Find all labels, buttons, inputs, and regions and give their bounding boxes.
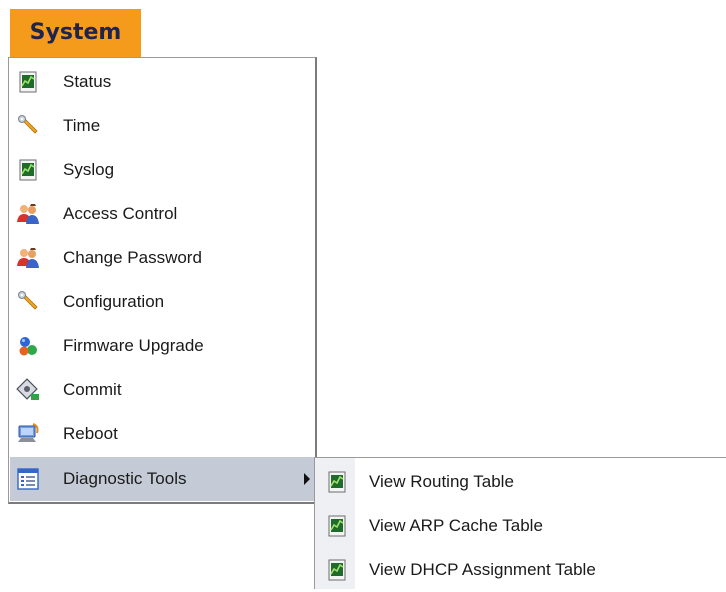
diagnostic-tools-submenu: View Routing Table View ARP Cache Table … xyxy=(314,457,726,589)
menu-item-status[interactable]: Status xyxy=(10,60,314,104)
submenu-item-view-routing-table[interactable]: View Routing Table xyxy=(315,460,726,504)
chart-document-icon xyxy=(325,558,349,582)
menu-item-label: Reboot xyxy=(63,424,118,443)
menu-item-label: Change Password xyxy=(63,248,202,267)
menu-item-label: Configuration xyxy=(63,292,165,311)
submenu-item-label: View Routing Table xyxy=(369,472,514,491)
menu-item-syslog[interactable]: Syslog xyxy=(10,148,314,192)
users-icon xyxy=(16,202,40,226)
menu-item-configuration[interactable]: Configuration xyxy=(10,280,314,324)
menu-item-commit[interactable]: Commit xyxy=(10,368,314,412)
chart-document-icon xyxy=(325,514,349,538)
wrench-icon xyxy=(16,114,40,138)
submenu-item-label: View ARP Cache Table xyxy=(369,516,543,535)
menu-item-label: Commit xyxy=(63,380,122,399)
submenu-item-view-arp-cache-table[interactable]: View ARP Cache Table xyxy=(315,504,726,548)
system-menu-tab[interactable]: System xyxy=(10,9,141,57)
molecule-icon xyxy=(16,334,40,358)
chart-document-icon xyxy=(16,70,40,94)
menu-item-change-password[interactable]: Change Password xyxy=(10,236,314,280)
menu-item-label: Status xyxy=(63,72,112,91)
chart-document-icon xyxy=(325,470,349,494)
chart-document-icon xyxy=(16,158,40,182)
list-window-icon xyxy=(16,467,40,491)
menu-item-reboot[interactable]: Reboot xyxy=(10,412,314,456)
submenu-arrow-icon xyxy=(304,473,310,485)
submenu-item-label: View DHCP Assignment Table xyxy=(369,560,596,579)
menu-item-time[interactable]: Time xyxy=(10,104,314,148)
menu-item-label: Time xyxy=(63,116,101,135)
menu-item-label: Access Control xyxy=(63,204,178,223)
computer-icon xyxy=(16,422,40,446)
submenu-item-view-dhcp-assignment-table[interactable]: View DHCP Assignment Table xyxy=(315,548,726,592)
system-dropdown-menu: Status Time Syslog Access Control Change… xyxy=(8,57,317,504)
menu-item-label: Firmware Upgrade xyxy=(63,336,204,355)
menu-item-diagnostic-tools[interactable]: Diagnostic Tools xyxy=(10,457,314,501)
menu-item-label: Diagnostic Tools xyxy=(63,469,187,488)
disk-commit-icon xyxy=(16,378,40,402)
users-icon xyxy=(16,246,40,270)
wrench-icon xyxy=(16,290,40,314)
menu-item-access-control[interactable]: Access Control xyxy=(10,192,314,236)
menu-item-firmware-upgrade[interactable]: Firmware Upgrade xyxy=(10,324,314,368)
system-menu-tab-label: System xyxy=(29,19,122,45)
menu-item-label: Syslog xyxy=(63,160,115,179)
